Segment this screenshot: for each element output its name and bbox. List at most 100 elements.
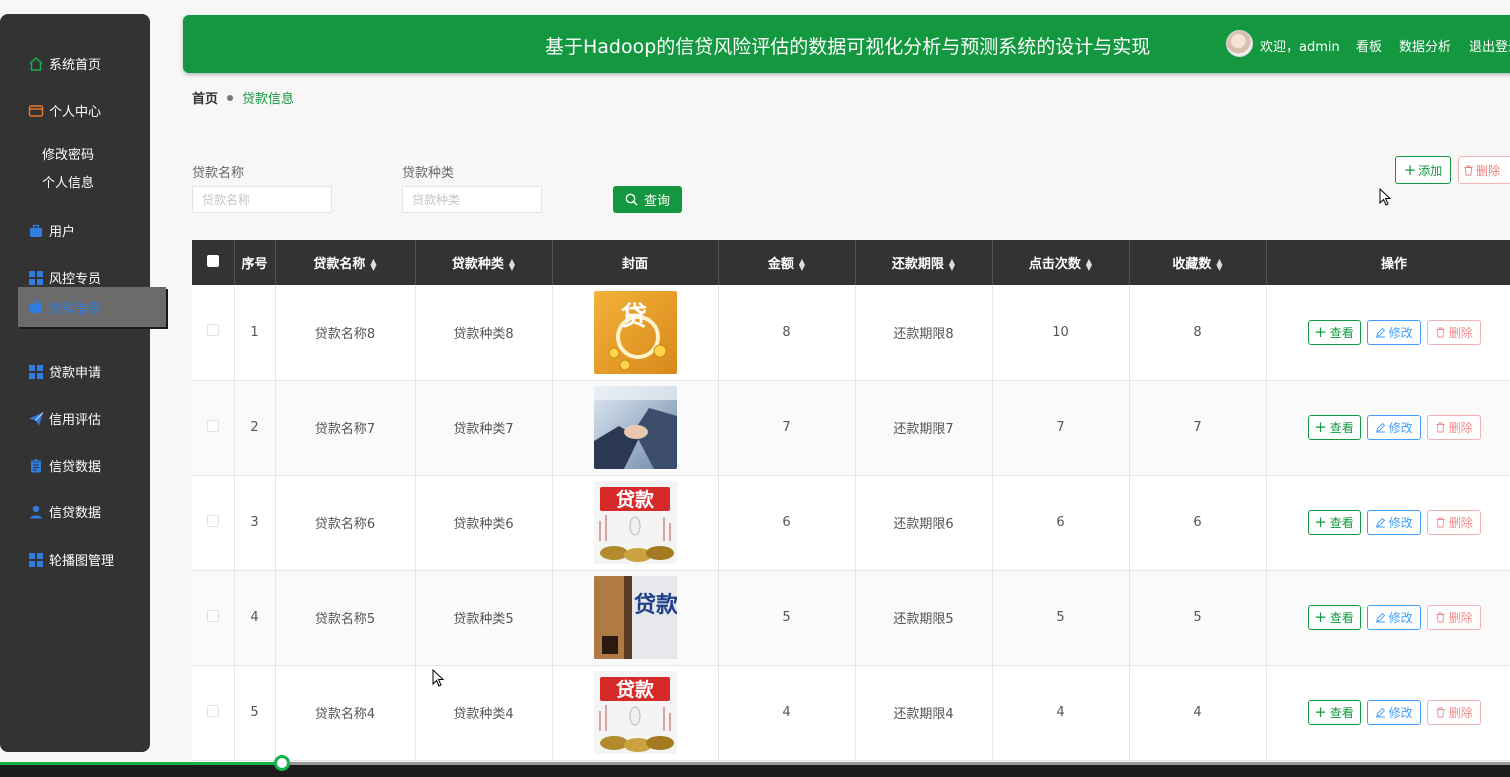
sidebar-item-users[interactable]: 用户: [28, 221, 75, 240]
select-all-cell[interactable]: [192, 240, 235, 285]
system-title: 基于Hadoop的信贷风险评估的数据可视化分析与预测系统的设计与实现: [545, 36, 1151, 58]
sort-icon[interactable]: ▲ ▼: [370, 257, 376, 271]
column-header[interactable]: 贷款名称 ▲ ▼: [275, 240, 416, 285]
sidebar-item-loan-application[interactable]: 贷款申请: [28, 362, 101, 381]
column-header[interactable]: 收藏数 ▲ ▼: [1129, 240, 1267, 285]
sort-icon[interactable]: ▲ ▼: [799, 257, 805, 271]
sidebar-item-label: 风控专员: [49, 272, 102, 287]
cover-image[interactable]: 贷款: [593, 671, 677, 754]
sort-icon[interactable]: ▲ ▼: [509, 257, 515, 271]
logout-link[interactable]: 退出登录: [1469, 36, 1510, 55]
table-row: 1 贷款名称8 贷款种类8 贷 8 还款期限8 10 8 + 查看 修改 删除: [192, 285, 1510, 381]
sidebar-subitem-personal-info[interactable]: 个人信息: [42, 172, 94, 191]
loan-name-cell: 贷款名称4: [275, 665, 416, 761]
cover-image[interactable]: 贷款: [593, 576, 677, 659]
dashboard-link[interactable]: 看板: [1356, 36, 1382, 55]
sidebar-item-loan-info[interactable]: 贷款信息: [18, 287, 166, 327]
sidebar-item-credit-evaluation[interactable]: 信用评估: [28, 409, 101, 428]
table-row: 4 贷款名称5 贷款种类5 贷款 5 还款期限5 5 5 + 查看 修改 删除: [192, 570, 1510, 666]
sidebar-item-label: 贷款信息: [49, 301, 102, 317]
edit-button[interactable]: 修改: [1366, 415, 1421, 440]
video-progress-fill: [0, 762, 282, 765]
favorites-cell: 7: [1129, 380, 1267, 476]
cover-image[interactable]: [593, 386, 677, 469]
row-index: 2: [234, 380, 276, 476]
delete-button[interactable]: 删除: [1426, 700, 1481, 725]
edit-button[interactable]: 修改: [1366, 510, 1421, 535]
delete-button[interactable]: 删除: [1426, 319, 1481, 345]
avatar[interactable]: [1226, 30, 1253, 57]
search-button[interactable]: 查询: [613, 186, 682, 213]
sidebar-item-label: 信贷数据: [49, 460, 102, 475]
loan-type-input[interactable]: [402, 186, 542, 213]
edit-button[interactable]: 修改: [1366, 319, 1421, 345]
loan-name-cell: 贷款名称7: [275, 380, 416, 476]
term-cell: 还款期限5: [855, 570, 993, 666]
sort-icon[interactable]: ▲ ▼: [949, 257, 955, 271]
delete-button[interactable]: 删除: [1426, 415, 1481, 440]
batch-delete-label: 删除: [1476, 163, 1501, 178]
loan-name-input[interactable]: [192, 186, 332, 213]
view-button[interactable]: + 查看: [1307, 415, 1361, 440]
loan-type-cell: 贷款种类7: [415, 380, 553, 476]
row-checkbox[interactable]: [206, 324, 219, 337]
row-checkbox[interactable]: [206, 704, 219, 717]
view-button[interactable]: + 查看: [1307, 700, 1361, 725]
row-checkbox[interactable]: [206, 514, 219, 527]
cover-image[interactable]: 贷: [593, 290, 677, 374]
select-all-checkbox[interactable]: [206, 254, 219, 267]
table-row: 3 贷款名称6 贷款种类6 贷款 6 还款期限6 6 6 + 查看 修改 删除: [192, 475, 1510, 571]
video-progress-handle[interactable]: [274, 755, 290, 771]
sidebar-subitem-change-password[interactable]: 修改密码: [42, 144, 94, 163]
row-index: 3: [234, 475, 276, 571]
edit-icon: [1375, 612, 1386, 623]
sidebar-item-risk-officer[interactable]: 风控专员: [28, 268, 101, 287]
breadcrumb-current: 贷款信息: [242, 92, 295, 107]
sidebar-item-label: 贷款申请: [49, 366, 102, 381]
sidebar-item-home[interactable]: 系统首页: [28, 54, 101, 73]
sidebar-item-profile[interactable]: 个人中心: [28, 101, 101, 120]
delete-button[interactable]: 删除: [1426, 510, 1481, 535]
loan-name-cell: 贷款名称5: [275, 570, 416, 666]
view-button[interactable]: + 查看: [1307, 605, 1361, 630]
batch-delete-button[interactable]: 删除: [1458, 156, 1510, 184]
sidebar-item-carousel[interactable]: 轮播图管理: [28, 550, 114, 569]
row-index: 4: [234, 570, 276, 666]
edit-icon: [1375, 517, 1386, 528]
cover-image[interactable]: 贷款: [593, 481, 677, 564]
table-row: 2 贷款名称7 贷款种类7 7 还款期限7 7 7 + 查看 修改 删除: [192, 380, 1510, 476]
view-button[interactable]: + 查看: [1307, 319, 1361, 345]
row-checkbox[interactable]: [206, 419, 219, 432]
sidebar-item-credit-data-2[interactable]: 信贷数据: [28, 502, 101, 521]
welcome-text: 欢迎，admin: [1260, 40, 1340, 55]
column-header[interactable]: 点击次数 ▲ ▼: [992, 240, 1130, 285]
home-icon: [28, 56, 44, 72]
column-header: 操作: [1266, 240, 1510, 285]
loan-type-cell: 贷款种类6: [415, 475, 553, 571]
sort-icon[interactable]: ▲ ▼: [1086, 257, 1092, 271]
column-header[interactable]: 贷款种类 ▲ ▼: [415, 240, 553, 285]
favorites-cell: 8: [1129, 285, 1267, 381]
trash-icon: [1435, 422, 1446, 433]
term-cell: 还款期限7: [855, 380, 993, 476]
trash-icon: [1463, 165, 1474, 176]
sort-icon[interactable]: ▲ ▼: [1216, 257, 1222, 271]
delete-button[interactable]: 删除: [1426, 605, 1481, 630]
column-header[interactable]: 还款期限 ▲ ▼: [855, 240, 993, 285]
edit-button[interactable]: 修改: [1366, 700, 1421, 725]
column-header[interactable]: 金额 ▲ ▼: [718, 240, 856, 285]
breadcrumb-home[interactable]: 首页: [192, 88, 218, 107]
sidebar-item-credit-data[interactable]: 信贷数据: [28, 456, 101, 475]
send-icon: [28, 411, 44, 427]
clicks-cell: 5: [992, 570, 1130, 666]
add-button[interactable]: + 添加: [1395, 156, 1451, 184]
breadcrumb-separator: [227, 94, 234, 101]
view-button[interactable]: + 查看: [1307, 510, 1361, 535]
loan-type-label: 贷款种类: [402, 166, 455, 181]
sidebar-item-label: 轮播图管理: [49, 554, 115, 569]
edit-button[interactable]: 修改: [1366, 605, 1421, 630]
data-analysis-link[interactable]: 数据分析: [1399, 36, 1451, 55]
row-checkbox[interactable]: [206, 609, 219, 622]
grid-icon: [28, 270, 44, 286]
table-row: 5 贷款名称4 贷款种类4 贷款 4 还款期限4 4 4 + 查看 修改 删除: [192, 665, 1510, 761]
